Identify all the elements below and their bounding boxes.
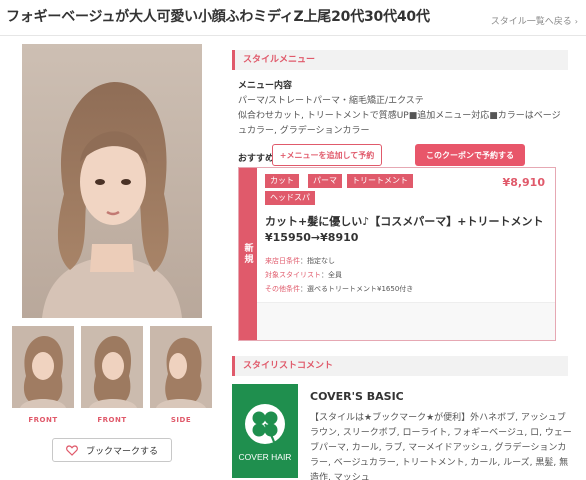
thumbnail-label: SIDE <box>170 416 192 424</box>
coupon-title-line: カット+髪に優しい♪【コスメパーマ】+トリートメント <box>265 215 544 228</box>
thumbnail-label: FRONT <box>97 416 127 424</box>
back-link-label: スタイル一覧へ戻る <box>490 17 572 27</box>
logo-text: COVER HAIR <box>239 452 292 462</box>
menu-content-line: パーマ/ストレートパーマ・縮毛矯正/エクステ <box>238 96 424 106</box>
coupon-tag: ヘッドスパ <box>265 191 315 205</box>
condition-value: ：指定なし <box>300 257 335 265</box>
coupon-title-line: ¥15950→¥8910 <box>265 231 359 244</box>
back-to-list-link[interactable]: スタイル一覧へ戻る › <box>491 14 578 27</box>
coupon-price: ¥8,910 <box>502 176 545 189</box>
thumbnail-image <box>12 326 74 408</box>
comment-line: ラー, ベージュカラー, トリートメント, カール, ルーズ, 黒髪, 無 <box>310 458 569 468</box>
comment-line: ブパーマ, カール, ラブ, マーメイドアッシュ, グラデーションカ <box>310 443 567 453</box>
coupon-tag: トリートメント <box>347 174 413 188</box>
condition-value: ：全員 <box>321 271 342 279</box>
thumbnail-front-2[interactable] <box>81 326 143 408</box>
coupon-card: 新規 カット パーマ トリートメント ヘッドスパ ¥8,910 カット+髪に優し… <box>238 167 556 341</box>
clover-logo-icon: COVER HAIR <box>232 384 298 478</box>
coupon-title: カット+髪に優しい♪【コスメパーマ】+トリートメント ¥15950→¥8910 <box>265 214 550 246</box>
salon-logo: COVER HAIR <box>232 384 298 478</box>
menu-content-line: 似合わせカット, トリートメントで質感UP■追加メニュー対応■カラーはベージ <box>238 111 561 121</box>
hairstyle-photo-illustration <box>22 44 202 318</box>
style-menu-heading: スタイルメニュー <box>232 50 568 70</box>
bookmark-label: ブックマークする <box>85 446 158 457</box>
title-bar: フォギーベージュが大人可愛い小顔ふわミディZ上尾20代30代40代 スタイル一覧… <box>0 0 586 36</box>
comment-line: 造作, マッシュ <box>310 473 370 480</box>
stylist-comment-text: 【スタイルは★ブックマーク★が便利】外ハネボブ, アッシュブ ラウン, スリーク… <box>310 411 572 480</box>
page-title: フォギーベージュが大人可愛い小顔ふわミディZ上尾20代30代40代 <box>6 9 430 25</box>
coupon-actions-bar <box>257 302 555 340</box>
add-menu-reserve-button[interactable]: +メニューを追加して予約 <box>272 144 382 166</box>
bookmark-button[interactable]: ブックマークする <box>52 438 172 462</box>
menu-content-line: ュカラー, グラデーションカラー <box>238 126 370 136</box>
menu-content-label: メニュー内容 <box>238 81 293 91</box>
reserve-with-coupon-button[interactable]: このクーポンで予約する <box>415 144 525 166</box>
chevron-right-icon: › <box>574 17 578 26</box>
heart-icon <box>66 444 78 456</box>
thumbnail-image <box>150 326 212 408</box>
menu-content-text: パーマ/ストレートパーマ・縮毛矯正/エクステ 似合わせカット, トリートメントで… <box>238 94 568 139</box>
stylist-comment-heading: スタイリストコメント <box>232 356 568 376</box>
main-style-photo[interactable] <box>22 44 202 318</box>
condition-key: 対象スタイリスト <box>265 271 321 279</box>
condition-value: ：選べるトリートメント¥1650付き <box>300 285 414 293</box>
thumbnail-image <box>81 326 143 408</box>
coupon-condition-stylist: 対象スタイリスト：全員 <box>265 270 342 280</box>
new-customer-badge: 新規 <box>239 168 257 340</box>
thumbnail-label: FRONT <box>28 416 58 424</box>
condition-key: 来店日条件 <box>265 257 300 265</box>
coupon-tag: カット <box>265 174 299 188</box>
coupon-tag: パーマ <box>308 174 342 188</box>
salon-name: COVER'S BASIC <box>310 390 404 403</box>
thumbnail-front-1[interactable] <box>12 326 74 408</box>
comment-line: ラウン, スリークボブ, ローライト, フォギーベージュ, ロ, ウェー <box>310 428 572 438</box>
thumbnail-side[interactable] <box>150 326 212 408</box>
comment-line: 【スタイルは★ブックマーク★が便利】外ハネボブ, アッシュブ <box>310 413 566 423</box>
coupon-condition-visit: 来店日条件：指定なし <box>265 256 335 266</box>
coupon-condition-other: その他条件：選べるトリートメント¥1650付き <box>265 284 413 294</box>
condition-key: その他条件 <box>265 285 300 293</box>
